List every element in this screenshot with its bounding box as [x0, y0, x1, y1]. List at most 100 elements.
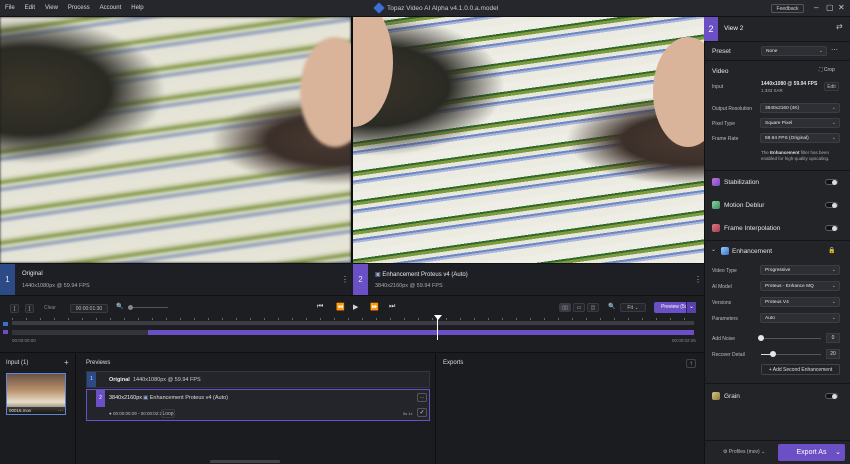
preset-select[interactable]: None ⌄ — [761, 46, 827, 56]
play-icon[interactable]: ▶ — [353, 303, 358, 311]
mark-out-button[interactable]: ] — [25, 304, 34, 313]
frame-interpolation-toggle[interactable] — [825, 225, 838, 231]
maximize-icon[interactable]: ▢ — [826, 3, 834, 12]
view-2-more-icon[interactable]: ⋮ — [694, 275, 702, 284]
output-resolution-label: Output Resolution — [712, 106, 753, 112]
horizontal-scrollbar[interactable] — [210, 460, 280, 463]
input-thumbnail[interactable]: 00016.mov ⋯ — [6, 373, 66, 415]
output-resolution-select[interactable]: 3840x2160 (4K) ⌄ — [760, 103, 840, 113]
preview-row-2-info: ▣ Enhancement Proteus v4 (Auto) — [143, 395, 228, 401]
profiles-button[interactable]: ⚙ Profiles (mov) ⌄ — [723, 449, 765, 455]
ai-model-select[interactable]: Proteus - Enhance MQ ⌄ — [760, 281, 840, 291]
add-noise-slider[interactable] — [761, 338, 821, 339]
motion-deblur-title: Motion Deblur — [724, 202, 765, 209]
grain-title: Grain — [724, 393, 740, 400]
input-more-icon[interactable]: ⋯ — [58, 408, 63, 414]
enhancement-note: The Enhancement filter has been enabled … — [761, 150, 839, 162]
add-noise-slider-handle[interactable] — [758, 335, 764, 341]
preview-row-2-more-button[interactable]: ⋯ — [417, 393, 427, 402]
approve-check-icon[interactable]: ✓ — [417, 408, 427, 417]
add-noise-value[interactable]: 0 — [826, 333, 840, 343]
collapse-sidebar-icon[interactable]: ⇄ — [836, 22, 843, 31]
pixel-type-select[interactable]: Square Pixel ⌄ — [760, 118, 840, 128]
preview-row-enhanced[interactable]: 2 3840x2160px ▣ Enhancement Proteus v4 (… — [86, 389, 430, 421]
preview-row-1-number: 1 — [87, 372, 96, 387]
recover-detail-value[interactable]: 20 — [826, 349, 840, 359]
skip-end-icon[interactable]: ⏭ — [389, 303, 395, 311]
recover-detail-slider-handle[interactable] — [770, 351, 776, 357]
chevron-down-icon: ⌄ — [818, 48, 823, 54]
versions-label: Versions — [712, 300, 732, 306]
original-frame — [0, 17, 351, 263]
original-video-pane[interactable] — [0, 17, 351, 263]
video-type-label: Video Type — [712, 268, 737, 274]
track-1-marker — [3, 322, 8, 326]
skip-start-icon[interactable]: ⏮ — [317, 303, 323, 311]
pixel-type-label: Pixel Type — [712, 121, 735, 127]
magnify-icon: 🔍 — [608, 304, 616, 310]
edit-input-button[interactable]: Edit — [824, 82, 839, 91]
feedback-button[interactable]: Feedback — [771, 4, 804, 13]
recover-detail-label: Recover Detail — [712, 352, 745, 358]
menu-process[interactable]: Process — [63, 5, 95, 11]
menu-help[interactable]: Help — [126, 5, 148, 11]
step-forward-icon[interactable]: ⏩ — [370, 303, 379, 311]
close-icon[interactable]: ✕ — [838, 3, 845, 12]
crop-button[interactable]: ⛶ Crop — [819, 67, 835, 73]
preview-row-original[interactable]: 1 Original 1440x1080px @ 59.94 FPS — [86, 371, 430, 388]
zoom-out-icon[interactable]: 🔍 — [116, 303, 123, 310]
note-pre: The — [761, 150, 771, 155]
preview-dropdown-icon[interactable]: ⌄ — [686, 302, 696, 313]
exports-upload-icon[interactable]: ↑ — [686, 359, 696, 368]
enhancement-collapse-icon[interactable]: ⌄ — [711, 246, 716, 253]
chevron-down-icon: ⌄ — [831, 135, 836, 141]
ai-model-value: Proteus - Enhance MQ — [765, 284, 814, 289]
versions-select[interactable]: Proteus V4 ⌄ — [760, 297, 840, 307]
enhanced-video-pane[interactable] — [353, 17, 704, 263]
add-input-icon[interactable]: + — [64, 358, 69, 367]
timecode-field[interactable]: 00:00:01:30 — [70, 304, 108, 313]
view-2-title-text: Enhancement Proteus v4 (Auto) — [382, 272, 468, 278]
preview-row-2-info-text: Enhancement Proteus v4 (Auto) — [149, 395, 228, 401]
zoom-slider-handle[interactable] — [128, 305, 133, 310]
view-1-more-icon[interactable]: ⋮ — [341, 275, 349, 284]
parameters-select[interactable]: Auto ⌄ — [760, 313, 840, 323]
frame-rate-select[interactable]: 59.94 FPS (Original) ⌄ — [760, 133, 840, 143]
menu-edit[interactable]: Edit — [20, 5, 40, 11]
view-1-label-bar[interactable]: 1 Original 1440x1080px @ 59.94 FPS ⋮ — [0, 263, 351, 296]
motion-deblur-toggle[interactable] — [825, 202, 838, 208]
lock-icon[interactable]: 🔒 — [828, 247, 835, 254]
timeline-track-original[interactable] — [12, 321, 694, 325]
add-second-enhancement-button[interactable]: + Add Second Enhancement — [761, 364, 840, 375]
video-type-value: Progressive — [765, 268, 791, 273]
track-2-marker — [3, 330, 8, 334]
export-dropdown-icon[interactable]: ⌄ — [835, 444, 841, 461]
chevron-down-icon: ⌄ — [831, 267, 836, 273]
minimize-icon[interactable]: – — [814, 3, 818, 12]
timeline-preview-range[interactable] — [148, 330, 694, 335]
clear-button[interactable]: Clear — [44, 305, 56, 311]
single-view-button[interactable]: ▭ — [573, 303, 585, 312]
mark-in-button[interactable]: [ — [10, 304, 19, 313]
title-bar: File Edit View Process Account Help Topa… — [0, 0, 850, 17]
video-type-select[interactable]: Progressive ⌄ — [760, 265, 840, 275]
view-2-label-bar[interactable]: 2 ▣ Enhancement Proteus v4 (Auto) 3840x2… — [353, 263, 704, 296]
menu-view[interactable]: View — [40, 5, 63, 11]
split-view-button[interactable]: ▯▯ — [559, 303, 571, 312]
compare-view-button[interactable]: ◫ — [587, 303, 599, 312]
preset-select-value: None — [766, 49, 778, 54]
menu-account[interactable]: Account — [95, 5, 127, 11]
step-back-icon[interactable]: ⏪ — [336, 303, 345, 311]
fit-select[interactable]: Fit ⌄ — [620, 303, 646, 312]
grain-toggle[interactable] — [825, 393, 838, 399]
playhead-handle-icon[interactable] — [434, 315, 442, 320]
stabilization-toggle[interactable] — [825, 179, 838, 185]
zoom-slider[interactable] — [128, 307, 168, 308]
preset-more-icon[interactable]: ⋯ — [831, 46, 838, 54]
preview-row-2-range-text: 00:00:00:29 - 00:00:02:26 — [112, 411, 165, 416]
add-second-enhancement-label: Add Second Enhancement — [772, 367, 833, 373]
input-sar: 1.333 SAR — [761, 88, 783, 93]
menu-file[interactable]: File — [0, 5, 20, 11]
export-as-button[interactable]: Export As ⌄ — [778, 444, 845, 461]
loop-button[interactable]: Loop — [161, 409, 175, 418]
